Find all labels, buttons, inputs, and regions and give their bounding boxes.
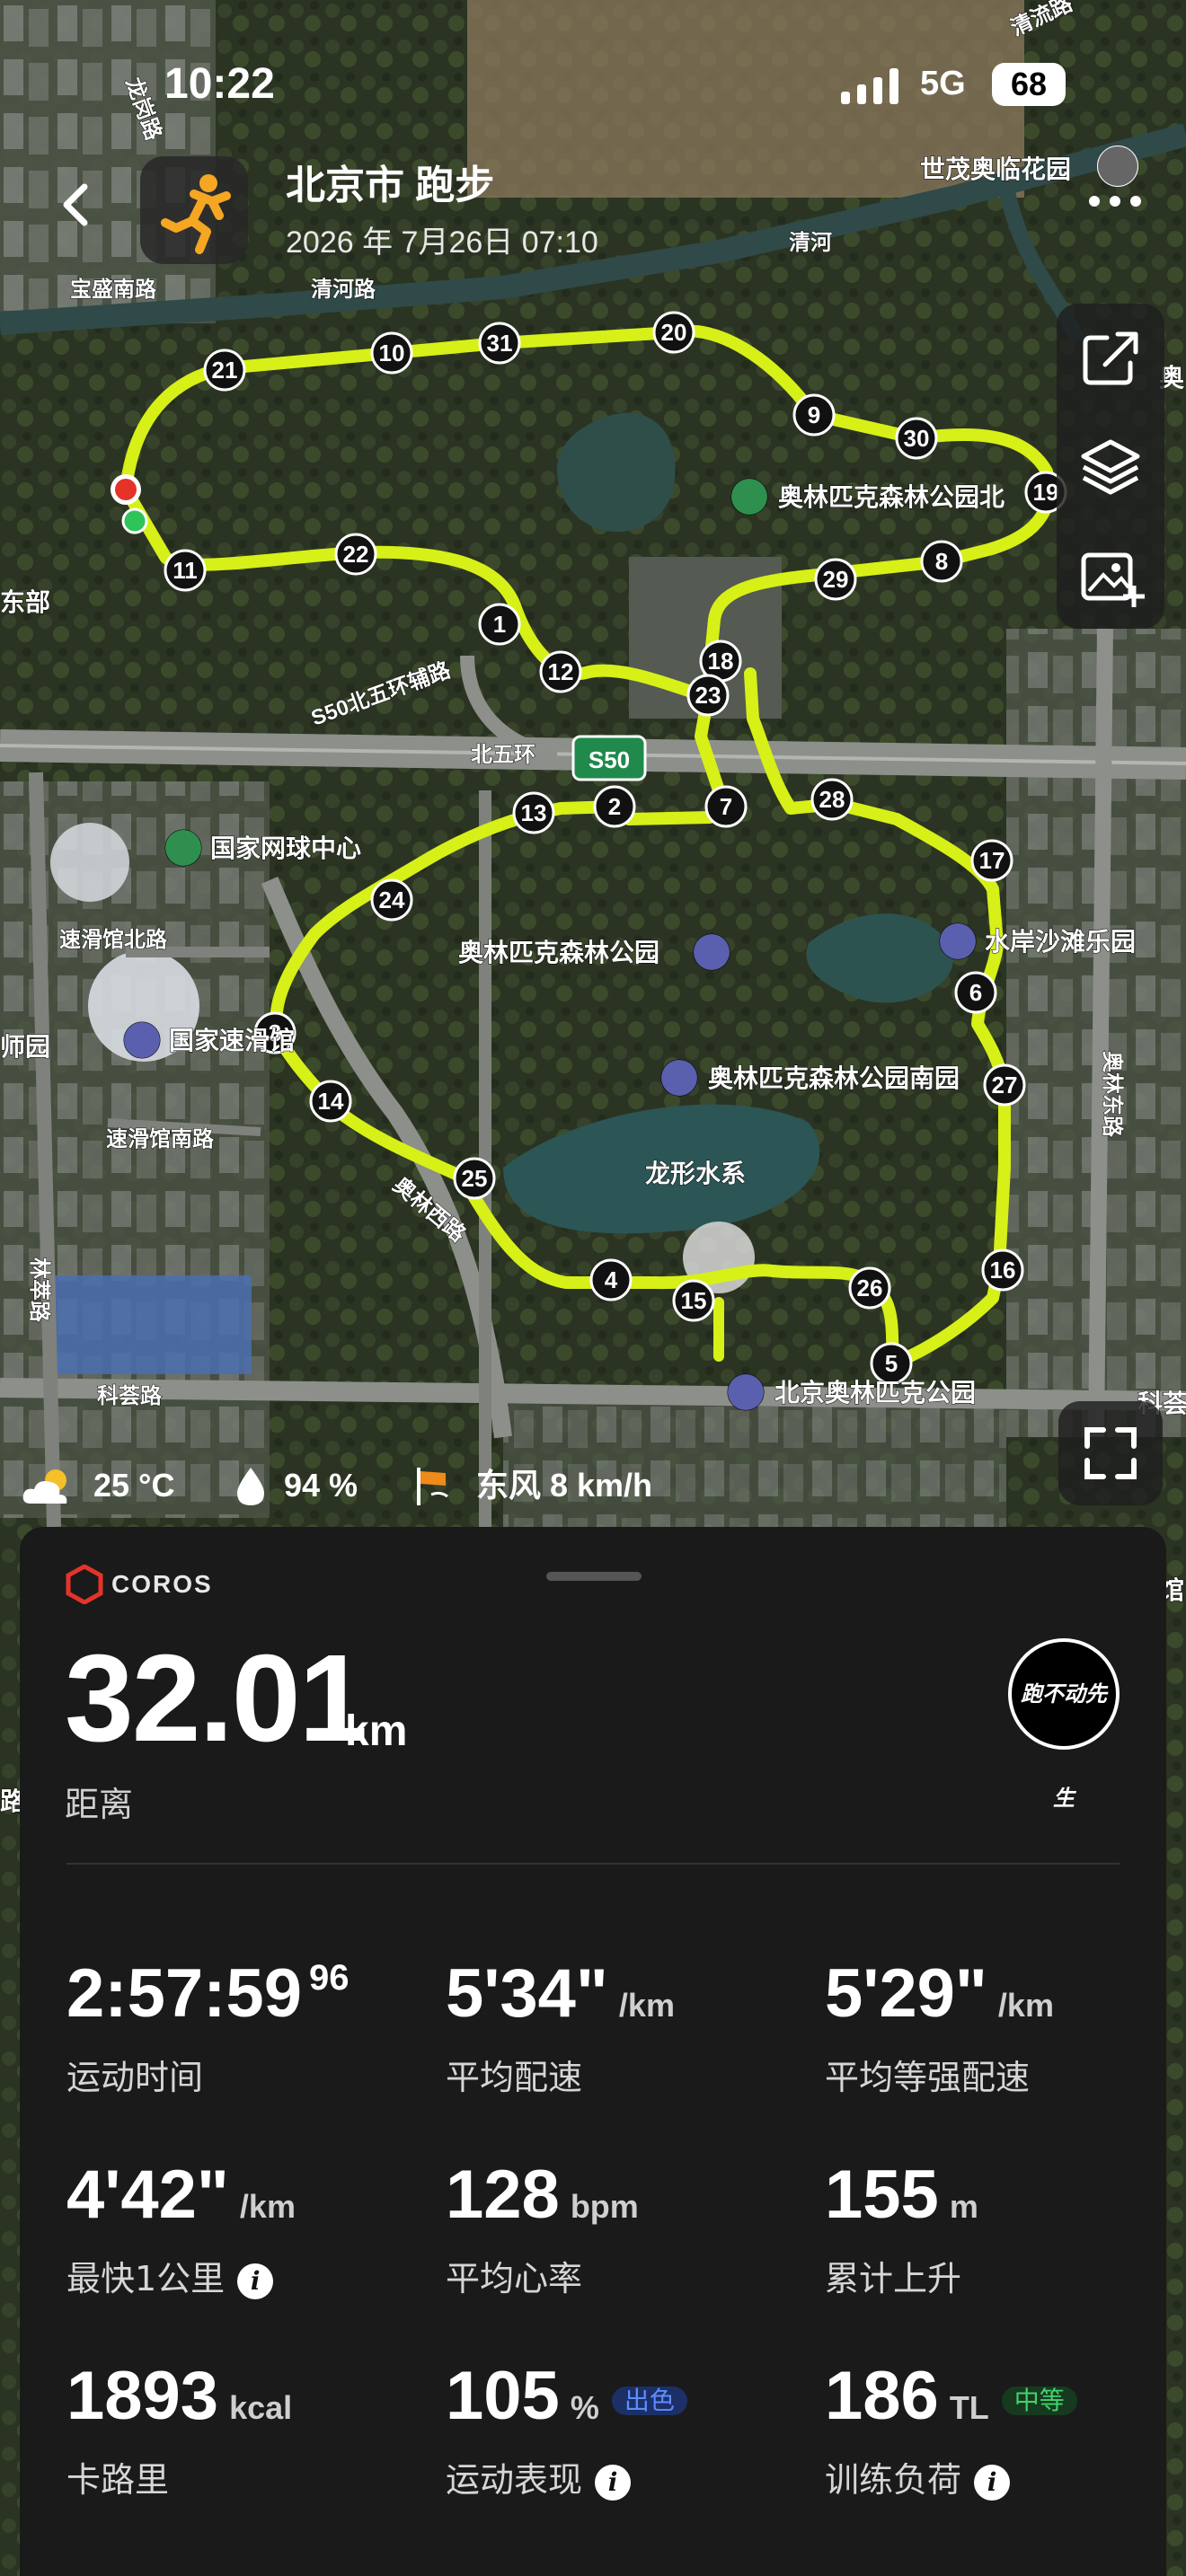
km-marker-27: 27 xyxy=(992,1072,1018,1098)
run-activity-icon xyxy=(140,156,248,264)
info-icon[interactable]: i xyxy=(595,2464,632,2501)
signal-icon xyxy=(841,68,898,104)
wind-flag-icon xyxy=(417,1468,448,1505)
km-marker-7: 7 xyxy=(720,793,732,820)
place-beach: 水岸沙滩乐园 xyxy=(985,927,1136,956)
km-marker-16: 16 xyxy=(990,1257,1016,1284)
km-marker-9: 9 xyxy=(808,401,820,428)
road-lincui: 林萃路 xyxy=(27,1257,52,1323)
metric-fastest-km: 4'42"/km 最快1公里 i xyxy=(66,2157,296,2299)
km-marker-28: 28 xyxy=(819,786,845,813)
km-marker-5: 5 xyxy=(885,1350,898,1377)
km-marker-22: 22 xyxy=(343,541,369,568)
metric-performance: 105% 出色 运动表现 i xyxy=(446,2362,805,2501)
place-partial-left2: 师园 xyxy=(0,1033,50,1061)
metric-grade-adjusted-pace: 5'29"/km 平均等强配速 xyxy=(825,1955,1054,2098)
metric-duration: 2:57:59 96 运动时间 xyxy=(66,1955,350,2098)
km-marker-4: 4 xyxy=(605,1266,618,1293)
wind: 东风 8 km/h xyxy=(476,1467,653,1504)
metric-training-load: 186 TL 中等 训练负荷 i xyxy=(825,2362,1184,2501)
road-skating-north: 速滑馆北路 xyxy=(59,927,168,952)
distance-value: 32.01 xyxy=(65,1629,367,1768)
s50-shield: S50 xyxy=(571,735,647,781)
km-marker-31: 31 xyxy=(487,330,513,357)
km-marker-26: 26 xyxy=(857,1275,883,1301)
km-marker-21: 21 xyxy=(212,357,238,384)
performance-tag: 出色 xyxy=(611,2386,687,2415)
status-bar: 10:22 5G 68 xyxy=(0,0,1186,135)
km-marker-6: 6 xyxy=(969,979,982,1006)
road-kehui: 科荟路 xyxy=(97,1383,163,1408)
km-marker-20: 20 xyxy=(661,319,687,346)
share-icon[interactable] xyxy=(1076,323,1145,392)
km-marker-14: 14 xyxy=(318,1088,344,1115)
humidity: 94 % xyxy=(284,1467,358,1504)
km-marker-25: 25 xyxy=(462,1165,488,1192)
cloud-sun-icon xyxy=(22,1469,67,1504)
svg-text:S50: S50 xyxy=(589,746,630,773)
road-baosheng: 宝盛南路 xyxy=(70,277,157,302)
km-marker-24: 24 xyxy=(379,887,405,913)
weather-bar: 25 °C 94 % 东风 8 km/h xyxy=(20,1459,774,1513)
drag-handle[interactable] xyxy=(546,1572,642,1581)
km-marker-23: 23 xyxy=(695,682,721,709)
start-marker xyxy=(121,507,148,534)
km-marker-12: 12 xyxy=(548,658,574,685)
layers-icon[interactable] xyxy=(1076,433,1145,501)
km-marker-30: 30 xyxy=(904,425,930,452)
distance-label: 距离 xyxy=(65,1785,134,1824)
place-tennis: 国家网球中心 xyxy=(210,834,361,862)
metric-calories: 1893 kcal 卡路里 xyxy=(66,2358,293,2501)
place-forest-park-south: 奥林匹克森林公园南园 xyxy=(708,1064,960,1092)
road-north5: 北五环 xyxy=(471,743,535,767)
place-speed-skating: 国家速滑馆 xyxy=(169,1026,295,1054)
add-image-icon[interactable] xyxy=(1076,543,1145,611)
place-olympic-park: 北京奥林匹克公园 xyxy=(774,1378,976,1407)
road-qinghe-road: 清河路 xyxy=(311,277,376,302)
network-type: 5G xyxy=(920,65,966,102)
place-lake: 龙形水系 xyxy=(645,1160,746,1187)
fullscreen-button[interactable] xyxy=(1058,1401,1163,1505)
km-marker-8: 8 xyxy=(935,548,948,575)
activity-datetime: 2026 年 7月26日 07:10 xyxy=(286,225,598,260)
back-button[interactable] xyxy=(50,178,104,232)
km-marker-13: 13 xyxy=(521,799,547,826)
activity-summary-card: COROS 32.01 km 距离 跑不动先生 2:57:59 96 运动时间 5… xyxy=(20,1527,1166,2576)
km-marker-15: 15 xyxy=(681,1287,707,1314)
place-forest-park: 奥林匹克森林公园 xyxy=(458,939,659,966)
km-marker-1: 1 xyxy=(493,611,506,638)
road-skating-south: 速滑馆南路 xyxy=(106,1126,215,1151)
km-marker-11: 11 xyxy=(173,557,198,584)
place-forest-park-north: 奥林匹克森林公园北 xyxy=(778,483,1005,511)
more-options-icon[interactable] xyxy=(1084,183,1146,219)
coros-hex-icon xyxy=(66,1565,103,1604)
temperature: 25 °C xyxy=(93,1467,175,1504)
place-partial-left: 东部 xyxy=(0,587,50,616)
km-marker-2: 2 xyxy=(608,793,621,820)
battery-indicator: 68 xyxy=(992,63,1066,106)
metric-elevation-gain: 155 m 累计上升 xyxy=(825,2157,978,2299)
expand-icon xyxy=(1084,1427,1137,1479)
humidity-icon xyxy=(237,1468,264,1505)
km-marker-29: 29 xyxy=(823,566,849,593)
user-avatar[interactable]: 跑不动先生 xyxy=(1008,1638,1120,1811)
road-aolin-east: 奥林东路 xyxy=(1100,1051,1125,1138)
end-marker xyxy=(115,479,137,500)
header: 北京市 跑步 2026 年 7月26日 07:10 xyxy=(0,135,1186,264)
km-marker-19: 19 xyxy=(1033,479,1059,506)
map-toolbar xyxy=(1057,304,1164,629)
km-marker-10: 10 xyxy=(379,340,405,366)
training-load-tag: 中等 xyxy=(1001,2386,1077,2415)
distance-unit: km xyxy=(345,1707,408,1755)
metric-avg-pace: 5'34"/km 平均配速 xyxy=(446,1955,675,2098)
info-icon[interactable]: i xyxy=(974,2464,1011,2501)
info-icon[interactable]: i xyxy=(237,2263,274,2299)
divider xyxy=(66,1863,1120,1865)
km-marker-17: 17 xyxy=(979,847,1005,874)
km-marker-18: 18 xyxy=(708,648,734,675)
status-time: 10:22 xyxy=(164,60,275,108)
page-title: 北京市 跑步 xyxy=(286,163,495,207)
metric-avg-heart-rate: 128 bpm 平均心率 xyxy=(446,2157,639,2299)
